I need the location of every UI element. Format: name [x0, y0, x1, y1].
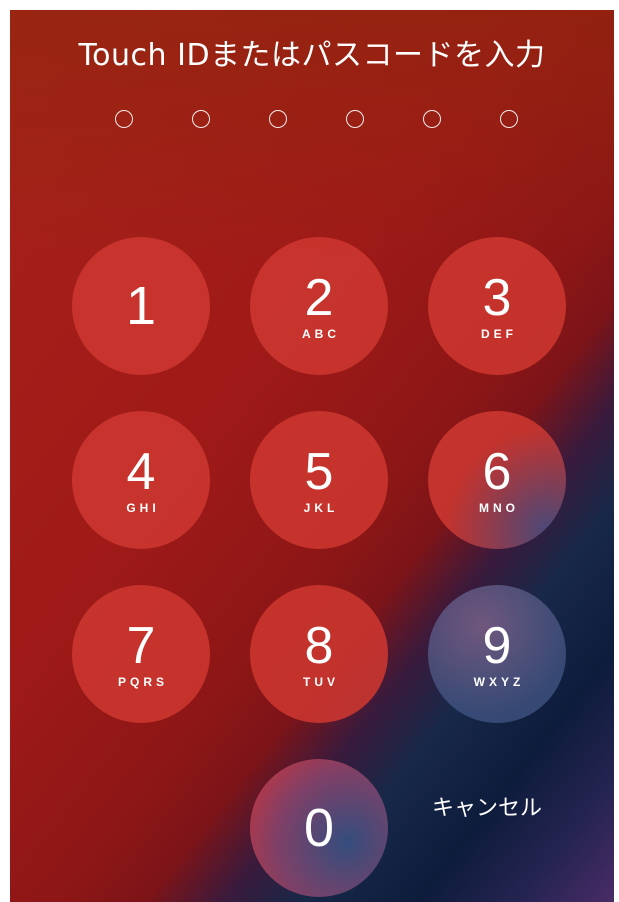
key-4-letters: GHI	[126, 500, 160, 515]
key-9-digit: 9	[482, 616, 512, 675]
key-2-digit: 2	[304, 268, 334, 327]
passcode-dot-1	[115, 110, 133, 128]
key-8-letters: TUV	[303, 674, 339, 689]
key-9[interactable]: 9 WXYZ	[428, 585, 566, 723]
key-3-digit: 3	[482, 268, 512, 327]
key-1-digit: 1	[125, 276, 157, 336]
key-1[interactable]: 1	[72, 237, 210, 375]
key-7[interactable]: 7 PQRS	[72, 585, 210, 723]
lock-screen: Touch IDまたはパスコードを入力 1 2 ABC 3 DEF 4 GHI …	[10, 10, 614, 902]
key-2-letters: ABC	[302, 326, 340, 341]
key-0-digit: 0	[303, 798, 335, 858]
passcode-prompt: Touch IDまたはパスコードを入力	[78, 38, 546, 73]
key-6-letters: MNO	[479, 500, 519, 515]
key-5[interactable]: 5 JKL	[250, 411, 388, 549]
key-4-digit: 4	[126, 442, 156, 501]
key-4[interactable]: 4 GHI	[72, 411, 210, 549]
key-0[interactable]: 0	[250, 759, 388, 897]
passcode-dot-3	[269, 110, 287, 128]
passcode-dot-5	[423, 110, 441, 128]
key-3-letters: DEF	[481, 326, 517, 341]
passcode-dot-4	[346, 110, 364, 128]
passcode-dot-2	[192, 110, 210, 128]
key-3[interactable]: 3 DEF	[428, 237, 566, 375]
key-7-digit: 7	[126, 616, 156, 675]
cancel-button[interactable]: キャンセル	[422, 795, 552, 823]
passcode-dot-6	[500, 110, 518, 128]
key-8-digit: 8	[304, 616, 334, 675]
key-6[interactable]: 6 MNO	[428, 411, 566, 549]
key-6-digit: 6	[482, 442, 512, 501]
key-8[interactable]: 8 TUV	[250, 585, 388, 723]
key-5-digit: 5	[304, 442, 334, 501]
key-5-letters: JKL	[303, 500, 339, 515]
key-2[interactable]: 2 ABC	[250, 237, 388, 375]
key-7-letters: PQRS	[117, 674, 168, 689]
key-9-letters: WXYZ	[473, 674, 525, 689]
